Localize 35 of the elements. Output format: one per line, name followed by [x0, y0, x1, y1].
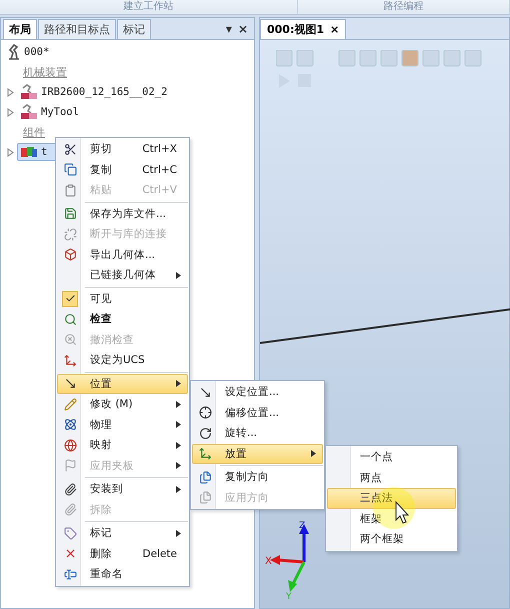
- menu-item[interactable]: 安装到: [57, 479, 188, 500]
- panel-tab[interactable]: 布局: [3, 19, 37, 39]
- menu-item[interactable]: 删除 Delete: [57, 544, 188, 564]
- tree-section-header: 机械装置: [23, 64, 67, 80]
- menu-item[interactable]: 导出几何体...: [57, 244, 188, 265]
- menu-item[interactable]: 检查: [57, 309, 188, 330]
- menu-item[interactable]: 已链接几何体: [57, 265, 188, 286]
- menu-item[interactable]: 映射: [57, 435, 188, 456]
- menu-item[interactable]: 两个框架: [327, 529, 456, 550]
- menu-item[interactable]: 标记: [57, 523, 188, 544]
- menu-item[interactable]: 三点法: [327, 488, 456, 508]
- menu-item[interactable]: 位置: [57, 374, 188, 394]
- menu-item[interactable]: 复制 Ctrl+C: [57, 160, 188, 180]
- menu-item[interactable]: 设定为UCS: [57, 350, 188, 370]
- menu-item[interactable]: 两点: [327, 468, 456, 488]
- ribbon-group-label: 路径编程: [298, 0, 510, 14]
- panel-tab[interactable]: 标记: [117, 19, 151, 39]
- close-button[interactable]: ×: [238, 20, 248, 39]
- menu-item[interactable]: 一个点: [327, 447, 456, 468]
- menu-item[interactable]: 放置: [192, 444, 323, 464]
- tree-item[interactable]: IRB2600_12_165__02_2: [17, 82, 170, 102]
- menu-item[interactable]: 物理: [57, 414, 188, 435]
- view-tab[interactable]: 000:视图1 ×: [260, 19, 346, 39]
- menu-item[interactable]: 保存为库文件...: [57, 204, 188, 224]
- pin-button[interactable]: ▾: [226, 20, 232, 39]
- close-button[interactable]: ×: [330, 23, 340, 36]
- menu-item[interactable]: 重命名: [57, 564, 188, 584]
- menu-item[interactable]: 框架: [327, 508, 456, 529]
- menu-item[interactable]: 修改 (M): [57, 394, 188, 414]
- tree-section-header: 组件: [23, 124, 45, 140]
- tree-item[interactable]: 000*: [24, 46, 50, 58]
- panel-tab[interactable]: 路径和目标点: [38, 19, 116, 39]
- tree-item[interactable]: MyTool: [17, 102, 82, 122]
- ribbon-group-label: 建立工作站: [0, 0, 298, 14]
- menu-item[interactable]: 可见: [57, 288, 188, 309]
